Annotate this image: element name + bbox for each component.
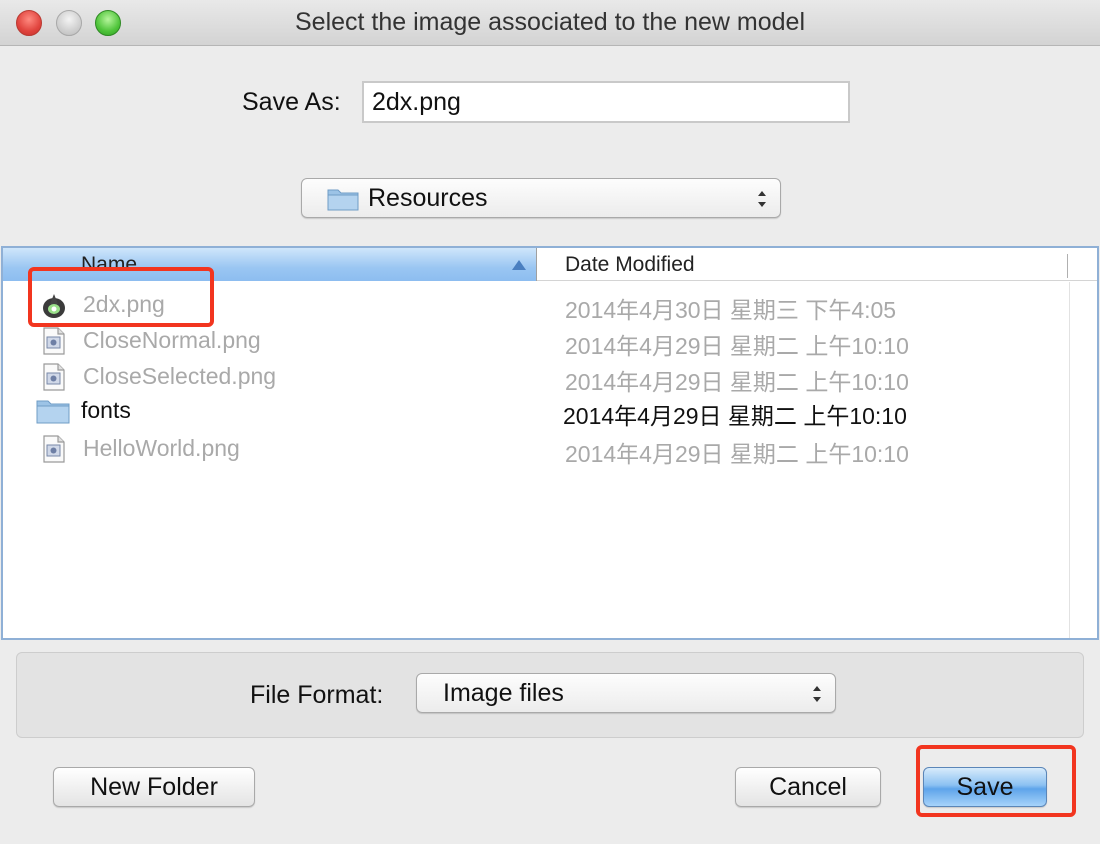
- image-file-icon: [43, 327, 65, 355]
- save-as-input[interactable]: [362, 81, 850, 123]
- column-header-date-modified[interactable]: Date Modified: [565, 253, 695, 277]
- file-row[interactable]: HelloWorld.png 2014年4月29日 星期二 上午10:10: [3, 431, 1097, 467]
- location-popup[interactable]: Resources: [301, 178, 781, 218]
- file-format-popup-label: Image files: [443, 679, 564, 707]
- folder-icon: [36, 400, 70, 424]
- file-date: 2014年4月29日 星期二 上午10:10: [563, 403, 907, 429]
- file-name: HelloWorld.png: [83, 435, 240, 461]
- column-divider: [1067, 254, 1068, 278]
- new-folder-button[interactable]: New Folder: [53, 767, 255, 807]
- file-format-popup[interactable]: Image files: [416, 673, 836, 713]
- annotation-highlight-save: [916, 745, 1076, 817]
- cancel-button[interactable]: Cancel: [735, 767, 881, 807]
- image-file-icon: [43, 435, 65, 463]
- chevron-updown-icon: [758, 191, 766, 207]
- file-name: CloseNormal.png: [83, 327, 261, 353]
- file-date: 2014年4月29日 星期二 上午10:10: [565, 441, 909, 467]
- window-title: Select the image associated to the new m…: [294, 8, 806, 36]
- annotation-highlight-file: [28, 267, 214, 327]
- folder-row[interactable]: fonts 2014年4月29日 星期二 上午10:10: [3, 393, 1097, 429]
- file-name: fonts: [81, 397, 131, 423]
- sort-ascending-icon: [512, 260, 526, 270]
- location-popup-label: Resources: [368, 184, 488, 212]
- file-row[interactable]: CloseSelected.png 2014年4月29日 星期二 上午10:10: [3, 359, 1097, 395]
- image-file-icon: [43, 363, 65, 391]
- file-date: 2014年4月30日 星期三 下午4:05: [565, 297, 897, 323]
- title-bar: Select the image associated to the new m…: [0, 0, 1100, 46]
- file-date: 2014年4月29日 星期二 上午10:10: [565, 333, 909, 359]
- file-format-label: File Format:: [250, 681, 384, 709]
- folder-icon: [327, 189, 359, 211]
- file-row[interactable]: CloseNormal.png 2014年4月29日 星期二 上午10:10: [3, 323, 1097, 359]
- chevron-updown-icon: [813, 686, 821, 702]
- file-date: 2014年4月29日 星期二 上午10:10: [565, 369, 909, 395]
- save-as-label: Save As:: [242, 88, 341, 116]
- column-divider-right: [1069, 282, 1070, 638]
- save-dialog: Select the image associated to the new m…: [0, 0, 1100, 844]
- file-name: CloseSelected.png: [83, 363, 277, 389]
